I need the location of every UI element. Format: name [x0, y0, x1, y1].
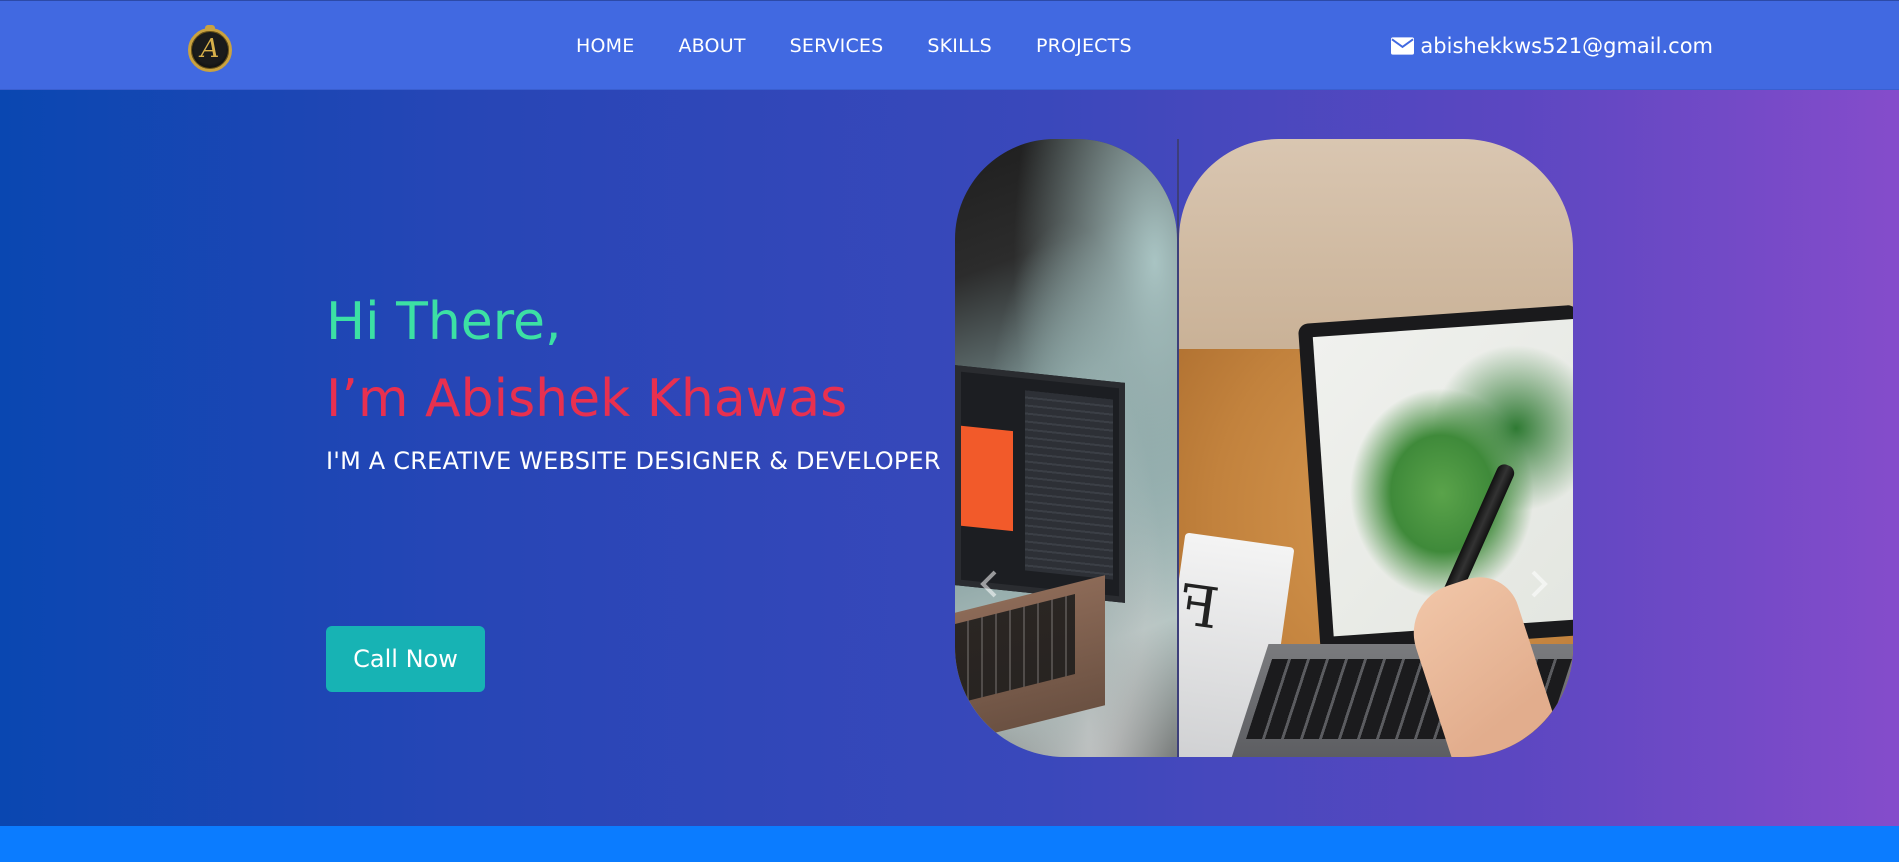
email-text[interactable]: abishekkws521@gmail.com	[1420, 34, 1713, 58]
hero-tagline: I'M A CREATIVE WEBSITE DESIGNER & DEVELO…	[326, 447, 941, 475]
image-carousel[interactable]: ꟻ	[955, 139, 1573, 757]
carousel-slide-laptop-map: ꟻ	[1179, 139, 1573, 757]
nav-link-projects[interactable]: PROJECTS	[1036, 35, 1132, 57]
nav-links: HOME ABOUT SERVICES SKILLS PROJECTS	[576, 35, 1132, 57]
navbar: A HOME ABOUT SERVICES SKILLS PROJECTS ab…	[0, 0, 1899, 90]
nav-link-services[interactable]: SERVICES	[790, 35, 884, 57]
hero-text: Hi There, I’m Abishek Khawas I'M A CREAT…	[326, 292, 941, 692]
carousel-slide-laptop-bed	[955, 139, 1177, 757]
hero-section: Hi There, I’m Abishek Khawas I'M A CREAT…	[0, 90, 1899, 826]
laptop-orange-panel	[961, 425, 1013, 532]
paper-mark: ꟻ	[1179, 572, 1223, 643]
nav-link-home[interactable]: HOME	[576, 35, 634, 57]
envelope-icon	[1391, 37, 1415, 55]
logo-letter: A	[200, 34, 220, 64]
laptop-ui-panel	[1025, 390, 1113, 580]
chevron-left-icon[interactable]	[975, 564, 1005, 604]
next-section-strip	[0, 826, 1899, 862]
call-now-button[interactable]: Call Now	[326, 626, 485, 692]
hero-greeting: Hi There,	[326, 292, 562, 352]
email-contact[interactable]: abishekkws521@gmail.com	[1391, 34, 1713, 58]
chevron-right-icon[interactable]	[1523, 564, 1553, 604]
nav-link-skills[interactable]: SKILLS	[927, 35, 992, 57]
nav-link-about[interactable]: ABOUT	[678, 35, 745, 57]
logo[interactable]: A	[188, 28, 232, 72]
hero-name: I’m Abishek Khawas	[326, 369, 848, 429]
